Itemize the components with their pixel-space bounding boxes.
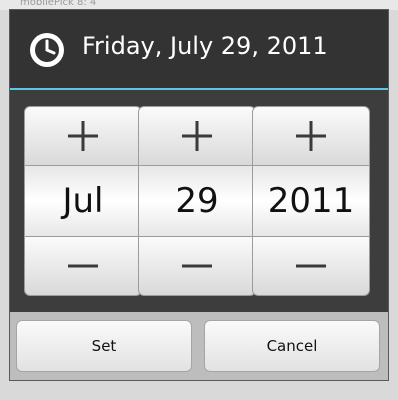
- minus-icon: [182, 264, 212, 268]
- day-decrement-button[interactable]: [138, 236, 256, 296]
- background-app-strip: mobilePick 8: 4: [0, 0, 398, 10]
- plus-icon: [296, 121, 326, 151]
- year-value[interactable]: 2011: [252, 166, 370, 236]
- month-picker: Jul: [24, 106, 142, 296]
- day-increment-button[interactable]: [138, 106, 256, 166]
- cancel-button[interactable]: Cancel: [204, 320, 380, 372]
- month-increment-button[interactable]: [24, 106, 142, 166]
- year-increment-button[interactable]: [252, 106, 370, 166]
- day-picker: 29: [138, 106, 256, 296]
- dialog-title: Friday, July 29, 2011: [82, 32, 328, 60]
- minus-icon: [68, 264, 98, 268]
- plus-icon: [182, 121, 212, 151]
- date-picker-dialog: Friday, July 29, 2011 Jul 29 2011 Set Ca…: [9, 9, 389, 381]
- background-app-text: mobilePick 8: 4: [20, 0, 97, 8]
- clock-icon: [30, 33, 64, 67]
- day-value[interactable]: 29: [138, 166, 256, 236]
- plus-icon: [68, 121, 98, 151]
- set-button[interactable]: Set: [16, 320, 192, 372]
- dialog-button-bar: Set Cancel: [10, 312, 388, 380]
- month-value[interactable]: Jul: [24, 166, 142, 236]
- year-picker: 2011: [252, 106, 370, 296]
- year-decrement-button[interactable]: [252, 236, 370, 296]
- month-decrement-button[interactable]: [24, 236, 142, 296]
- minus-icon: [296, 264, 326, 268]
- dialog-title-bar: Friday, July 29, 2011: [10, 10, 388, 88]
